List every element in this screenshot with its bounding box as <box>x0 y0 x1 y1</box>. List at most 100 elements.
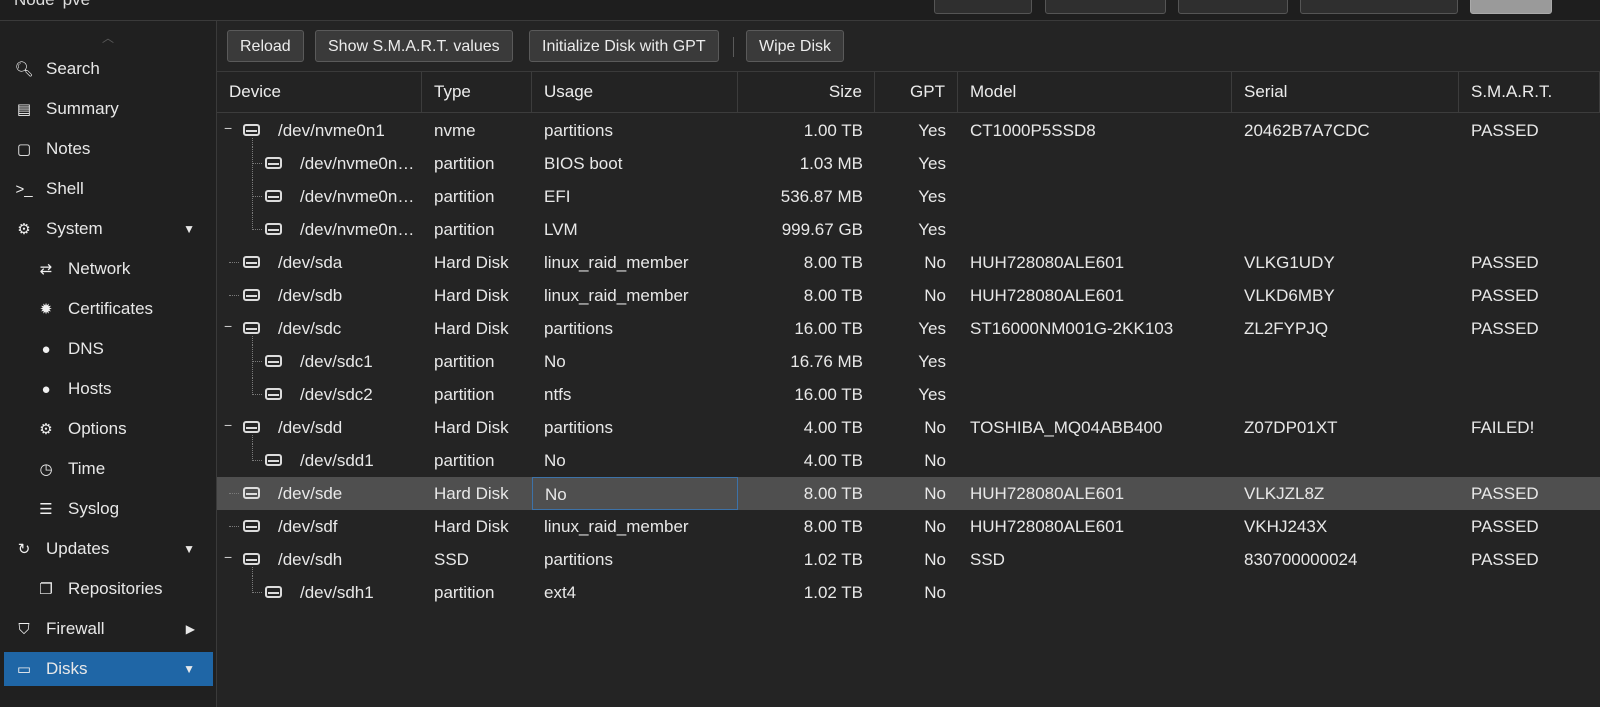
table-row[interactable]: /dev/sdb Hard Disk linux_raid_member 8.00 T… <box>217 279 1600 312</box>
table-row[interactable]: /dev/sda Hard Disk linux_raid_member 8.00 T… <box>217 246 1600 279</box>
caret-down-icon[interactable]: ▼ <box>183 542 195 556</box>
header-button[interactable] <box>934 0 1032 14</box>
init-gpt-button[interactable]: Initialize Disk with GPT <box>529 30 719 62</box>
header-button[interactable] <box>1300 0 1458 14</box>
cell-size: 8.00 TB <box>803 484 863 503</box>
column-header-usage[interactable]: Usage <box>532 72 738 112</box>
header-button[interactable] <box>1178 0 1288 14</box>
collapse-icon[interactable]: − <box>224 417 232 433</box>
cell-gpt: No <box>924 253 946 272</box>
wipe-disk-button[interactable]: Wipe Disk <box>746 30 845 62</box>
cell-device: /dev/sdf <box>278 517 338 536</box>
table-row[interactable]: − /dev/nvme0n1 nvme partitions 1.00 TB Yes CT1… <box>217 114 1600 147</box>
cell-gpt: No <box>924 517 946 536</box>
cogs-icon: ⚙ <box>17 221 31 238</box>
hdd-icon <box>265 454 282 466</box>
table-row[interactable]: − /dev/sdd Hard Disk partitions 4.00 TB No TOS… <box>217 411 1600 444</box>
column-header-type[interactable]: Type <box>422 72 532 112</box>
table-row[interactable]: /dev/sdf Hard Disk linux_raid_member 8.00 T… <box>217 510 1600 543</box>
sidebar-item-network[interactable]: ⇄ Network <box>4 252 213 286</box>
tree-lines <box>217 378 297 411</box>
sidebar-item-hosts[interactable]: ● Hosts <box>4 372 213 406</box>
cell-device: /dev/sdc1 <box>300 352 373 371</box>
hdd-icon <box>265 388 282 400</box>
sidebar-item-syslog[interactable]: ☰ Syslog <box>4 492 213 526</box>
table-row[interactable]: /dev/nvme0n… partition EFI 536.87 MB Yes <box>217 180 1600 213</box>
sidebar-item-summary[interactable]: ▤ Summary <box>4 92 213 126</box>
column-header-smart[interactable]: S.M.A.R.T. <box>1459 72 1600 112</box>
column-header-serial[interactable]: Serial <box>1232 72 1459 112</box>
cell-model: TOSHIBA_MQ04ABB400 <box>970 418 1163 437</box>
disks-grid: Device Type Usage Size GPT Model Serial S.M.A.R… <box>217 72 1600 707</box>
table-row[interactable]: /dev/sdc1 partition No 16.76 MB Yes <box>217 345 1600 378</box>
cell-usage: No <box>544 451 566 470</box>
sidebar-item-label: Search <box>46 59 100 78</box>
table-row[interactable]: /dev/sde Hard Disk No 8.00 TB No HUH728080ALE… <box>217 477 1600 510</box>
cell-type: Hard Disk <box>434 418 509 437</box>
sidebar-item-shell[interactable]: >_ Shell <box>4 172 213 206</box>
show-smart-button[interactable]: Show S.M.A.R.T. values <box>315 30 513 62</box>
sidebar-item-options[interactable]: ⚙ Options <box>4 412 213 446</box>
sidebar-item-dns[interactable]: ● DNS <box>4 332 213 366</box>
globe-icon: ● <box>41 340 51 358</box>
hdd-icon <box>265 190 282 202</box>
sidebar-item-system[interactable]: ⚙ System ▼ <box>4 212 213 246</box>
cell-usage: linux_raid_member <box>544 517 689 536</box>
column-header-gpt[interactable]: GPT <box>875 72 958 112</box>
hdd-icon <box>265 355 282 367</box>
caret-right-icon[interactable]: ▶ <box>186 622 195 636</box>
caret-down-icon[interactable]: ▼ <box>183 662 195 676</box>
cell-device: /dev/sdc <box>278 319 342 338</box>
collapse-icon[interactable]: − <box>224 318 232 334</box>
sidebar-item-repositories[interactable]: ❐ Repositories <box>4 572 213 606</box>
table-row[interactable]: − /dev/sdc Hard Disk partitions 16.00 TB Yes S… <box>217 312 1600 345</box>
cell-size: 8.00 TB <box>803 517 863 536</box>
cell-serial <box>1244 345 1447 378</box>
cell-model <box>970 213 1220 246</box>
sidebar-item-notes[interactable]: ▢ Notes <box>4 132 213 166</box>
reload-button[interactable]: Reload <box>227 30 304 62</box>
cell-serial: Z07DP01XT <box>1244 418 1338 437</box>
refresh-icon: ↻ <box>17 541 31 558</box>
table-row[interactable]: /dev/sdh1 partition ext4 1.02 TB No <box>217 576 1600 609</box>
cell-type: Hard Disk <box>434 253 509 272</box>
terminal-icon: >_ <box>15 180 33 198</box>
cell-model: HUH728080ALE601 <box>970 286 1125 305</box>
cell-gpt: No <box>924 550 946 569</box>
cell-gpt: No <box>924 451 946 470</box>
column-header-size[interactable]: Size <box>738 72 875 112</box>
table-row[interactable]: /dev/nvme0n… partition BIOS boot 1.03 MB Yes <box>217 147 1600 180</box>
table-row[interactable]: /dev/sdc2 partition ntfs 16.00 TB Yes <box>217 378 1600 411</box>
help-button[interactable] <box>1470 0 1552 14</box>
sidebar-item-search[interactable]: 🔍︎ Search <box>4 52 213 86</box>
tree-lines <box>217 180 297 213</box>
collapse-icon[interactable]: − <box>224 120 232 136</box>
table-row[interactable]: − /dev/sdh SSD partitions 1.02 TB No SSD 830700… <box>217 543 1600 576</box>
header-button[interactable] <box>1045 0 1166 14</box>
cell-serial: 20462B7A7CDC <box>1244 121 1370 140</box>
sticky-note-icon: ▢ <box>16 141 32 158</box>
cell-usage: partitions <box>544 418 613 437</box>
sidebar-item-disks[interactable]: ▭ Disks ▼ <box>4 652 213 686</box>
sidebar-item-updates[interactable]: ↻ Updates ▼ <box>4 532 213 566</box>
column-header-model[interactable]: Model <box>958 72 1232 112</box>
cell-serial <box>1244 378 1447 411</box>
table-row[interactable]: /dev/sdd1 partition No 4.00 TB No <box>217 444 1600 477</box>
cell-type: partition <box>434 385 495 404</box>
sidebar-item-certificates[interactable]: ✹ Certificates <box>4 292 213 326</box>
cell-model: ST16000NM001G-2KK103 <box>970 319 1174 338</box>
caret-down-icon[interactable]: ▼ <box>183 222 195 236</box>
scroll-up-icon[interactable]: ︿ <box>97 29 119 45</box>
sidebar-item-time[interactable]: ◷ Time <box>4 452 213 486</box>
column-header-device[interactable]: Device <box>217 72 422 112</box>
table-row[interactable]: /dev/nvme0n… partition LVM 999.67 GB Yes <box>217 213 1600 246</box>
cell-serial: VKHJ243X <box>1244 517 1328 536</box>
cell-smart <box>1471 213 1588 246</box>
cell-gpt: Yes <box>918 220 946 239</box>
sidebar-item-firewall[interactable]: ⛉ Firewall ▶ <box>4 612 213 646</box>
sidebar-item-label: Disks <box>46 659 88 678</box>
search-icon: 🔍︎ <box>14 61 34 78</box>
cell-device: /dev/nvme0n… <box>300 187 415 206</box>
list-icon: ☰ <box>39 501 53 518</box>
collapse-icon[interactable]: − <box>224 549 232 565</box>
